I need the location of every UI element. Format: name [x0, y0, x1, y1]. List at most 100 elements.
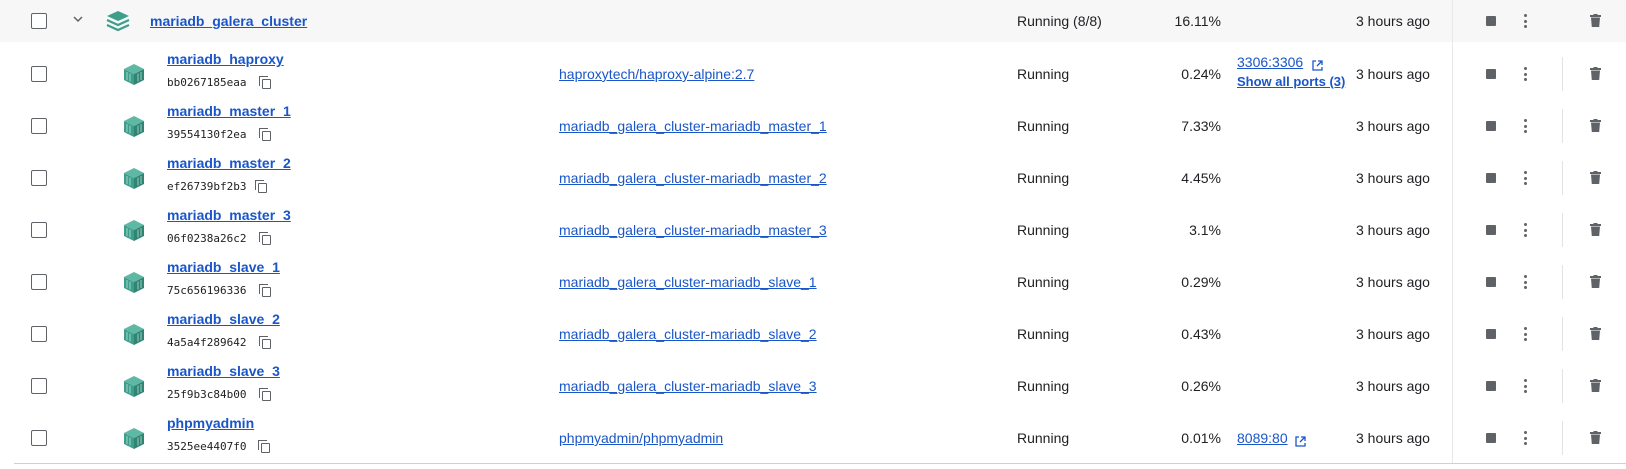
- container-cube-icon: [121, 217, 147, 243]
- trash-icon[interactable]: [1590, 327, 1601, 340]
- trash-icon[interactable]: [1590, 14, 1601, 27]
- container-status: Running: [1017, 66, 1070, 82]
- image-link[interactable]: mariadb_galera_cluster-mariadb_slave_1: [559, 274, 817, 290]
- container-cpu: 0.26%: [1181, 378, 1221, 394]
- copy-icon[interactable]: [259, 232, 271, 245]
- stop-icon[interactable]: [1486, 433, 1496, 443]
- chevron-down-icon[interactable]: [72, 13, 84, 25]
- stop-icon[interactable]: [1486, 173, 1496, 183]
- image-link[interactable]: mariadb_galera_cluster-mariadb_slave_2: [559, 326, 817, 342]
- container-row[interactable]: mariadb_master_3 06f0238a26c2 mariadb_gale…: [0, 204, 1626, 257]
- stop-icon[interactable]: [1486, 225, 1496, 235]
- external-link-icon[interactable]: [1312, 58, 1323, 71]
- port-link[interactable]: 8089:80: [1237, 430, 1288, 446]
- more-icon[interactable]: [1524, 14, 1528, 28]
- row-checkbox[interactable]: [31, 378, 47, 394]
- action-divider: [1562, 421, 1563, 455]
- trash-icon[interactable]: [1590, 67, 1601, 80]
- container-name[interactable]: mariadb_master_3: [167, 207, 291, 223]
- image-link[interactable]: mariadb_galera_cluster-mariadb_master_1: [559, 118, 827, 134]
- trash-icon[interactable]: [1590, 119, 1601, 132]
- port-link[interactable]: 3306:3306: [1237, 54, 1303, 70]
- more-icon[interactable]: [1524, 119, 1528, 133]
- table-bottom-border: [14, 463, 1626, 464]
- trash-icon[interactable]: [1590, 223, 1601, 236]
- image-link[interactable]: haproxytech/haproxy-alpine:2.7: [559, 66, 754, 82]
- container-id: 06f0238a26c2: [167, 232, 247, 245]
- container-name[interactable]: phpmyadmin: [167, 415, 254, 431]
- container-name[interactable]: mariadb_haproxy: [167, 51, 284, 67]
- row-checkbox[interactable]: [31, 222, 47, 238]
- image-link[interactable]: mariadb_galera_cluster-mariadb_master_3: [559, 222, 827, 238]
- container-cube-icon: [121, 165, 147, 191]
- row-checkbox[interactable]: [31, 118, 47, 134]
- container-name[interactable]: mariadb_slave_1: [167, 259, 280, 275]
- container-row[interactable]: mariadb_haproxy bb0267185eaa haproxytech/h…: [0, 48, 1626, 101]
- container-started: 3 hours ago: [1356, 118, 1430, 134]
- container-status: Running: [1017, 430, 1070, 446]
- group-status: Running (8/8): [1017, 13, 1102, 29]
- more-icon[interactable]: [1524, 327, 1528, 341]
- stack-icon: [105, 9, 131, 33]
- container-cpu: 0.01%: [1181, 430, 1221, 446]
- stop-icon[interactable]: [1486, 381, 1496, 391]
- row-checkbox[interactable]: [31, 274, 47, 290]
- copy-icon[interactable]: [259, 128, 271, 141]
- row-checkbox[interactable]: [31, 66, 47, 82]
- more-icon[interactable]: [1524, 223, 1528, 237]
- container-name[interactable]: mariadb_master_1: [167, 103, 291, 119]
- more-icon[interactable]: [1524, 67, 1528, 81]
- container-id: 39554130f2ea: [167, 128, 247, 141]
- copy-icon[interactable]: [259, 336, 271, 349]
- stop-icon[interactable]: [1486, 69, 1496, 79]
- image-link[interactable]: mariadb_galera_cluster-mariadb_master_2: [559, 170, 827, 186]
- copy-icon[interactable]: [258, 440, 270, 453]
- action-divider: [1562, 109, 1563, 143]
- trash-icon[interactable]: [1590, 275, 1601, 288]
- row-checkbox[interactable]: [31, 326, 47, 342]
- more-icon[interactable]: [1524, 171, 1528, 185]
- row-checkbox[interactable]: [31, 170, 47, 186]
- trash-icon[interactable]: [1590, 379, 1601, 392]
- more-icon[interactable]: [1524, 379, 1528, 393]
- container-name[interactable]: mariadb_slave_3: [167, 363, 280, 379]
- container-cpu: 0.43%: [1181, 326, 1221, 342]
- container-cpu: 0.29%: [1181, 274, 1221, 290]
- trash-icon[interactable]: [1590, 431, 1601, 444]
- action-divider: [1562, 161, 1563, 195]
- container-row[interactable]: mariadb_slave_3 25f9b3c84b00 mariadb_galer…: [0, 360, 1626, 413]
- stop-icon[interactable]: [1486, 121, 1496, 131]
- more-icon[interactable]: [1524, 275, 1528, 289]
- container-id: 4a5a4f289642: [167, 336, 247, 349]
- container-name[interactable]: mariadb_slave_2: [167, 311, 280, 327]
- copy-icon[interactable]: [259, 388, 271, 401]
- trash-icon[interactable]: [1590, 171, 1601, 184]
- container-row[interactable]: phpmyadmin 3525ee4407f0 phpmyadmin/phpmyad…: [0, 412, 1626, 465]
- copy-icon[interactable]: [259, 76, 271, 89]
- copy-icon[interactable]: [255, 180, 267, 193]
- container-cpu: 7.33%: [1181, 118, 1221, 134]
- row-checkbox[interactable]: [31, 430, 47, 446]
- container-row[interactable]: mariadb_master_2 ef26739bf2b3 mariadb_gale…: [0, 152, 1626, 205]
- stop-icon[interactable]: [1486, 329, 1496, 339]
- container-row[interactable]: mariadb_master_1 39554130f2ea mariadb_gale…: [0, 100, 1626, 153]
- external-link-icon[interactable]: [1295, 434, 1306, 447]
- image-link[interactable]: phpmyadmin/phpmyadmin: [559, 430, 723, 446]
- stop-icon[interactable]: [1486, 277, 1496, 287]
- container-name[interactable]: mariadb_master_2: [167, 155, 291, 171]
- group-started: 3 hours ago: [1356, 13, 1430, 29]
- container-cube-icon: [121, 113, 147, 139]
- group-checkbox[interactable]: [31, 13, 47, 29]
- image-link[interactable]: mariadb_galera_cluster-mariadb_slave_3: [559, 378, 817, 394]
- group-name[interactable]: mariadb_galera_cluster: [150, 13, 307, 29]
- show-all-ports-link[interactable]: Show all ports (3): [1237, 74, 1345, 89]
- more-icon[interactable]: [1524, 431, 1528, 445]
- copy-icon[interactable]: [259, 284, 271, 297]
- action-divider: [1562, 317, 1563, 351]
- container-id: 75c656196336: [167, 284, 247, 297]
- compose-group-row[interactable]: mariadb_galera_cluster Running (8/8) 16.…: [0, 0, 1626, 43]
- container-row[interactable]: mariadb_slave_2 4a5a4f289642 mariadb_galer…: [0, 308, 1626, 361]
- stop-icon[interactable]: [1486, 16, 1496, 26]
- container-cube-icon: [121, 321, 147, 347]
- container-row[interactable]: mariadb_slave_1 75c656196336 mariadb_galer…: [0, 256, 1626, 309]
